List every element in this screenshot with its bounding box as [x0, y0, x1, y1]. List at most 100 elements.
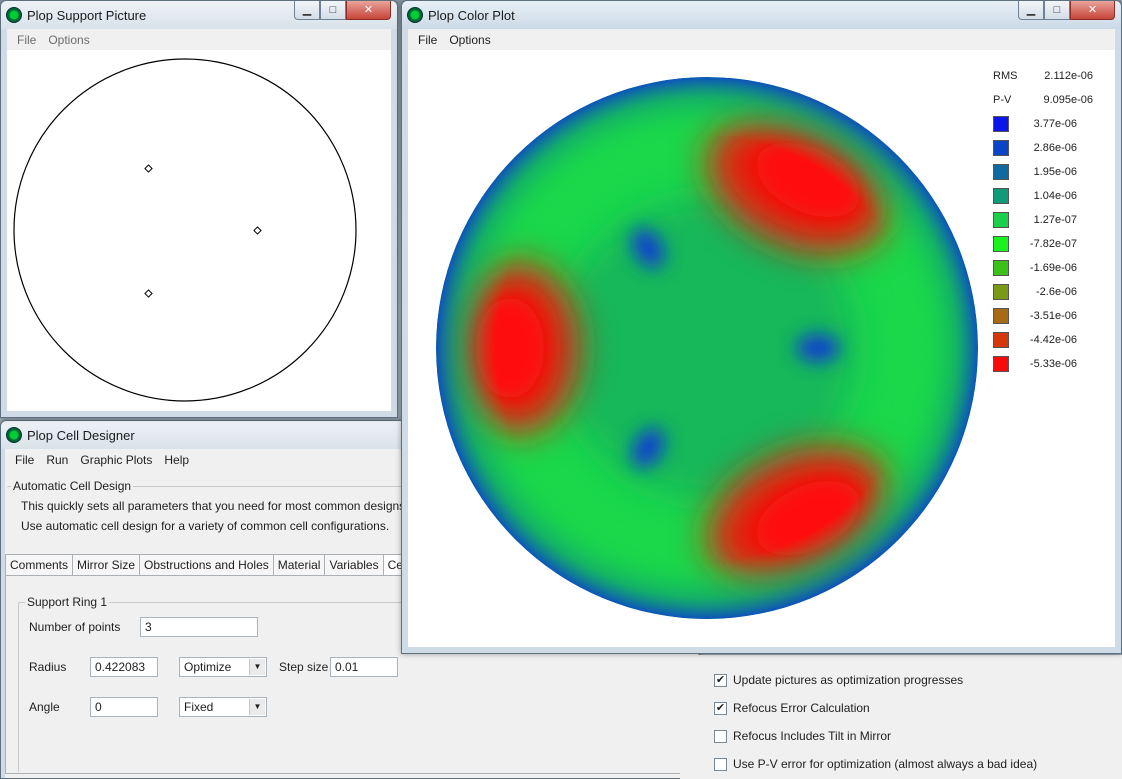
- plop-app-icon: [407, 7, 423, 23]
- tab-material[interactable]: Material: [272, 554, 326, 575]
- legend-swatch: [993, 236, 1009, 252]
- legend-swatch: [993, 188, 1009, 204]
- legend-swatch: [993, 212, 1009, 228]
- color-plot-canvas: RMS 2.112e-06 P-V 9.095e-06 3.77e-06 2.86…: [408, 50, 1115, 647]
- legend-entry: -7.82e-07: [993, 232, 1093, 256]
- support-point: [144, 164, 153, 173]
- checkbox-refocus-tilt[interactable]: Refocus Includes Tilt in Mirror: [714, 729, 891, 743]
- support-picture-titlebar[interactable]: Plop Support Picture ▁ □ ✕: [1, 1, 397, 29]
- legend-value: -3.51e-06: [1029, 310, 1077, 322]
- minimize-icon[interactable]: ▁: [294, 1, 320, 20]
- legend-value: 3.77e-06: [1033, 118, 1077, 130]
- legend-value: -2.6e-06: [1036, 286, 1077, 298]
- angle-input[interactable]: 0: [90, 697, 158, 717]
- legend-entry: -2.6e-06: [993, 280, 1093, 304]
- legend-swatch: [993, 164, 1009, 180]
- support-picture-canvas: [7, 50, 391, 411]
- menu-graphic-plots[interactable]: Graphic Plots: [74, 453, 158, 467]
- plop-app-icon: [6, 427, 22, 443]
- tab-obstructions-holes[interactable]: Obstructions and Holes: [139, 554, 274, 575]
- support-picture-menubar: File Options: [7, 29, 391, 50]
- chevron-down-icon: ▼: [249, 699, 265, 715]
- legend-entry: -3.51e-06: [993, 304, 1093, 328]
- tab-comments[interactable]: Comments: [5, 554, 74, 575]
- checkbox-use-pv-error[interactable]: Use P-V error for optimization (almost a…: [714, 757, 1037, 771]
- menu-options[interactable]: Options: [42, 33, 95, 47]
- legend-entry: 1.95e-06: [993, 160, 1093, 184]
- legend-swatch: [993, 284, 1009, 300]
- checkbox-label: Refocus Includes Tilt in Mirror: [733, 729, 892, 743]
- radius-mode-select[interactable]: Optimize ▼: [179, 657, 267, 677]
- radius-mode-value: Optimize: [184, 660, 232, 674]
- support-point: [144, 289, 153, 298]
- legend-entry: 3.77e-06: [993, 112, 1093, 136]
- support-point: [253, 226, 262, 235]
- menu-file[interactable]: File: [9, 453, 40, 467]
- checkbox-label: Update pictures as optimization progress…: [733, 673, 964, 687]
- checkbox-label: Use P-V error for optimization (almost a…: [733, 757, 1038, 771]
- color-plot-window: Plop Color Plot ▁ □ ✕ File Options RMS 2…: [401, 0, 1122, 654]
- tab-variables[interactable]: Variables: [324, 554, 384, 575]
- legend-entry: 2.86e-06: [993, 136, 1093, 160]
- support-picture-window: Plop Support Picture ▁ □ ✕ File Options: [0, 0, 398, 418]
- checkbox-box[interactable]: [714, 757, 727, 771]
- window-controls: ▁ □ ✕: [1018, 1, 1115, 21]
- checkbox-box[interactable]: [714, 729, 727, 743]
- color-plot-titlebar[interactable]: Plop Color Plot ▁ □ ✕: [402, 1, 1121, 29]
- legend-entry: -1.69e-06: [993, 256, 1093, 280]
- chevron-down-icon: ▼: [249, 659, 265, 675]
- support-diagram: [13, 58, 357, 402]
- minimize-icon[interactable]: ▁: [1018, 1, 1044, 20]
- window-controls: ▁ □ ✕: [294, 1, 391, 21]
- legend-entry: -4.42e-06: [993, 328, 1093, 352]
- checkbox-label: Refocus Error Calculation: [733, 701, 870, 715]
- menu-file[interactable]: File: [11, 33, 42, 47]
- menu-run[interactable]: Run: [40, 453, 74, 467]
- color-plot-menubar: File Options: [408, 29, 1115, 50]
- menu-file[interactable]: File: [412, 33, 443, 47]
- angle-mode-value: Fixed: [184, 700, 214, 714]
- legend-value: -1.69e-06: [1029, 262, 1077, 274]
- maximize-icon[interactable]: □: [1044, 1, 1070, 20]
- number-of-points-input[interactable]: 3: [140, 617, 258, 637]
- close-icon[interactable]: ✕: [346, 1, 391, 20]
- angle-label: Angle: [29, 700, 60, 714]
- legend-swatch: [993, 116, 1009, 132]
- tab-mirror-size[interactable]: Mirror Size: [72, 554, 141, 575]
- auto-design-description: This quickly sets all parameters that yo…: [21, 499, 409, 513]
- rms-row: RMS 2.112e-06: [993, 64, 1093, 88]
- checkbox-refocus-error[interactable]: ✔ Refocus Error Calculation: [714, 701, 870, 715]
- step-size-input[interactable]: 0.01: [330, 657, 398, 677]
- group-label: Automatic Cell Design: [11, 479, 134, 493]
- legend-value: 1.04e-06: [1033, 190, 1077, 202]
- support-picture-title: Plop Support Picture: [27, 8, 147, 23]
- close-icon[interactable]: ✕: [1070, 1, 1115, 20]
- checkbox-update-pictures[interactable]: ✔ Update pictures as optimization progre…: [714, 673, 963, 687]
- checkbox-box[interactable]: ✔: [714, 701, 727, 715]
- radius-input[interactable]: 0.422083: [90, 657, 158, 677]
- support-ring-label: Support Ring 1: [25, 595, 110, 609]
- maximize-icon[interactable]: □: [320, 1, 346, 20]
- legend-swatch: [993, 308, 1009, 324]
- legend-entry: 1.27e-07: [993, 208, 1093, 232]
- auto-design-hint: Use automatic cell design for a variety …: [21, 519, 390, 533]
- pv-label: P-V: [993, 94, 1012, 106]
- mirror-surface: [436, 77, 978, 619]
- legend-value: 1.27e-07: [1033, 214, 1077, 226]
- pv-value: 9.095e-06: [1043, 94, 1093, 106]
- legend-value: -4.42e-06: [1029, 334, 1077, 346]
- angle-mode-select[interactable]: Fixed ▼: [179, 697, 267, 717]
- pv-row: P-V 9.095e-06: [993, 88, 1093, 112]
- menu-options[interactable]: Options: [443, 33, 496, 47]
- legend-swatch: [993, 260, 1009, 276]
- rms-label: RMS: [993, 70, 1018, 82]
- number-of-points-label: Number of points: [29, 620, 121, 634]
- color-legend: RMS 2.112e-06 P-V 9.095e-06 3.77e-06 2.86…: [993, 64, 1093, 376]
- radius-label: Radius: [29, 660, 67, 674]
- rms-value: 2.112e-06: [1044, 70, 1093, 82]
- plop-app-icon: [6, 7, 22, 23]
- menu-help[interactable]: Help: [158, 453, 195, 467]
- legend-swatch: [993, 140, 1009, 156]
- cell-designer-title: Plop Cell Designer: [27, 428, 135, 443]
- checkbox-box[interactable]: ✔: [714, 673, 727, 687]
